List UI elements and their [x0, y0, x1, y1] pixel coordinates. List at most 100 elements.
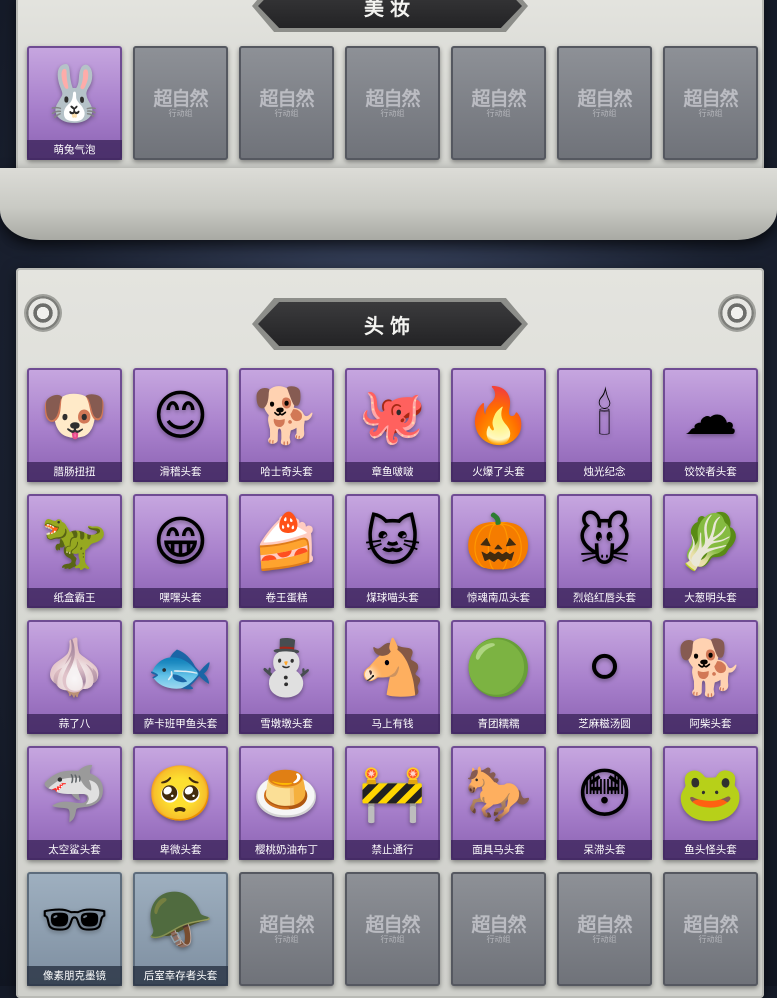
item-card[interactable]: 🐙 章鱼啵啵 [345, 368, 440, 482]
item-label: 萌兔气泡 [27, 140, 122, 160]
item-label: 火爆了头套 [451, 462, 546, 482]
item-card[interactable]: 🚧 禁止通行 [345, 746, 440, 860]
item-label: 大葱明头套 [663, 588, 758, 608]
shiba-icon: 🐕 [676, 636, 745, 699]
item-card[interactable]: 🐎 面具马头套 [451, 746, 546, 860]
item-label: 呆滞头套 [557, 840, 652, 860]
empty-slot[interactable]: 超自然 行动组 [345, 872, 440, 986]
item-card[interactable]: ☁ 饺饺者头套 [663, 368, 758, 482]
empty-slot[interactable]: 超自然 行动组 [239, 872, 334, 986]
item-card[interactable]: ⛄ 雪墩墩头套 [239, 620, 334, 734]
corner-emblem-right-icon [720, 296, 754, 330]
husky-sunglasses-icon: 🐕 [252, 384, 321, 447]
item-card[interactable]: 🍮 樱桃奶油布丁 [239, 746, 334, 860]
item-card[interactable]: 🧄 蒜了八 [27, 620, 122, 734]
item-card[interactable]: 🐶 腊肠扭扭 [27, 368, 122, 482]
item-card[interactable]: 🐕 阿柴头套 [663, 620, 758, 734]
snowman-icon: ⛄ [252, 636, 321, 699]
empty-slot[interactable]: 超自然 行动组 [557, 46, 652, 160]
item-card[interactable]: 🐭 烈焰红唇头套 [557, 494, 652, 608]
empty-slot[interactable]: 超自然 行动组 [133, 46, 228, 160]
item-label: 纸盒霸王 [27, 588, 122, 608]
fire-spirit-icon: 🔥 [464, 384, 533, 447]
funny-face-icon: 😊 [152, 384, 209, 447]
item-card[interactable]: 🕯 烛光纪念 [557, 368, 652, 482]
watermark-logo: 超自然 [471, 914, 526, 936]
item-card[interactable]: 🦈 太空鲨头套 [27, 746, 122, 860]
item-card[interactable]: 🪖 后室幸存者头套 [133, 872, 228, 986]
item-label: 卷王蛋糕 [239, 588, 334, 608]
watermark-logo: 超自然 [365, 914, 420, 936]
item-card[interactable]: 🦖 纸盒霸王 [27, 494, 122, 608]
item-card[interactable]: ⚪ 芝麻糍汤圆 [557, 620, 652, 734]
item-card[interactable]: 🐟 萨卡班甲鱼头套 [133, 620, 228, 734]
watermark-subtitle: 行动组 [698, 935, 723, 944]
watermark-logo: 超自然 [259, 88, 314, 110]
item-card[interactable]: 🥬 大葱明头套 [663, 494, 758, 608]
empty-slot[interactable]: 超自然 行动组 [557, 872, 652, 986]
item-card[interactable]: 🍰 卷王蛋糕 [239, 494, 334, 608]
watermark-subtitle: 行动组 [592, 109, 617, 118]
cardboard-shark-icon: 🦖 [40, 510, 109, 573]
item-label: 章鱼啵啵 [345, 462, 440, 482]
watermark-logo: 超自然 [577, 914, 632, 936]
octopus-icon: 🐙 [358, 384, 427, 447]
item-label: 面具马头套 [451, 840, 546, 860]
item-card[interactable]: 🐕 哈士奇头套 [239, 368, 334, 482]
watermark-subtitle: 行动组 [274, 935, 299, 944]
item-label: 哈士奇头套 [239, 462, 334, 482]
traffic-cone-icon: 🚧 [358, 762, 427, 825]
item-card[interactable]: 🐸 鱼头怪头套 [663, 746, 758, 860]
green-rice-ball-icon: 🟢 [464, 636, 533, 699]
green-onion-icon: 🥬 [676, 510, 745, 573]
item-label: 腊肠扭扭 [27, 462, 122, 482]
watermark-subtitle: 行动组 [380, 109, 405, 118]
item-card[interactable]: 🕶 像素朋克墨镜 [27, 872, 122, 986]
item-card[interactable]: 🐱 煤球喵头套 [345, 494, 440, 608]
item-card[interactable]: 🟢 青团糯糯 [451, 620, 546, 734]
watermark-logo: 超自然 [683, 914, 738, 936]
makeup-grid: 🐰 萌兔气泡 超自然 行动组 超自然 行动组 超自然 行动组 超自然 行动组 超自然 行动组 超自然 行动… [27, 46, 758, 160]
empty-slot[interactable]: 超自然 行动组 [451, 46, 546, 160]
item-label: 煤球喵头套 [345, 588, 440, 608]
watermark-subtitle: 行动组 [592, 935, 617, 944]
watermark-subtitle: 行动组 [486, 109, 511, 118]
item-label: 马上有钱 [345, 714, 440, 734]
item-card[interactable]: 🔥 火爆了头套 [451, 368, 546, 482]
item-label: 雪墩墩头套 [239, 714, 334, 734]
watermark-subtitle: 行动组 [486, 935, 511, 944]
empty-slot[interactable]: 超自然 行动组 [663, 872, 758, 986]
dumpling-icon: ☁ [683, 384, 738, 447]
watermark-subtitle: 行动组 [380, 935, 405, 944]
headwear-banner: 头饰 [258, 302, 522, 346]
empty-slot[interactable]: 超自然 行动组 [451, 872, 546, 986]
item-card[interactable]: 😊 滑稽头套 [133, 368, 228, 482]
empty-slot[interactable]: 超自然 行动组 [663, 46, 758, 160]
headwear-grid: 🐶 腊肠扭扭 😊 滑稽头套 🐕 哈士奇头套 🐙 章鱼啵啵 🔥 火爆了头套 🕯 烛光纪念 ☁ 饺饺者头套 🦖 纸… [27, 368, 758, 986]
makeup-section-title: 美妆 [364, 0, 416, 20]
watermark-logo: 超自然 [683, 88, 738, 110]
item-label: 嘿嘿头套 [133, 588, 228, 608]
bunny-bubble-icon: 🐰 [40, 62, 109, 125]
item-card[interactable]: 🐴 马上有钱 [345, 620, 440, 734]
item-card[interactable]: 🎃 惊魂南瓜头套 [451, 494, 546, 608]
red-horse-icon: 🐴 [358, 636, 427, 699]
item-card[interactable]: 🥺 卑微头套 [133, 746, 228, 860]
item-card[interactable]: 🐰 萌兔气泡 [27, 46, 122, 160]
item-label: 烈焰红唇头套 [557, 588, 652, 608]
watermark-logo: 超自然 [259, 914, 314, 936]
item-label: 滑稽头套 [133, 462, 228, 482]
item-card[interactable]: 😁 嘿嘿头套 [133, 494, 228, 608]
grinning-face-icon: 😁 [152, 510, 209, 573]
horse-mask-icon: 🐎 [464, 762, 533, 825]
empty-slot[interactable]: 超自然 行动组 [345, 46, 440, 160]
black-cat-icon: 🐱 [364, 510, 421, 573]
dazed-face-icon: 😳 [576, 762, 633, 825]
item-label: 太空鲨头套 [27, 840, 122, 860]
item-label: 饺饺者头套 [663, 462, 758, 482]
item-card[interactable]: 😳 呆滞头套 [557, 746, 652, 860]
empty-slot[interactable]: 超自然 行动组 [239, 46, 334, 160]
pumpkin-icon: 🎃 [464, 510, 533, 573]
watermark-subtitle: 行动组 [274, 109, 299, 118]
tangyuan-icon: ⚪ [581, 636, 628, 699]
